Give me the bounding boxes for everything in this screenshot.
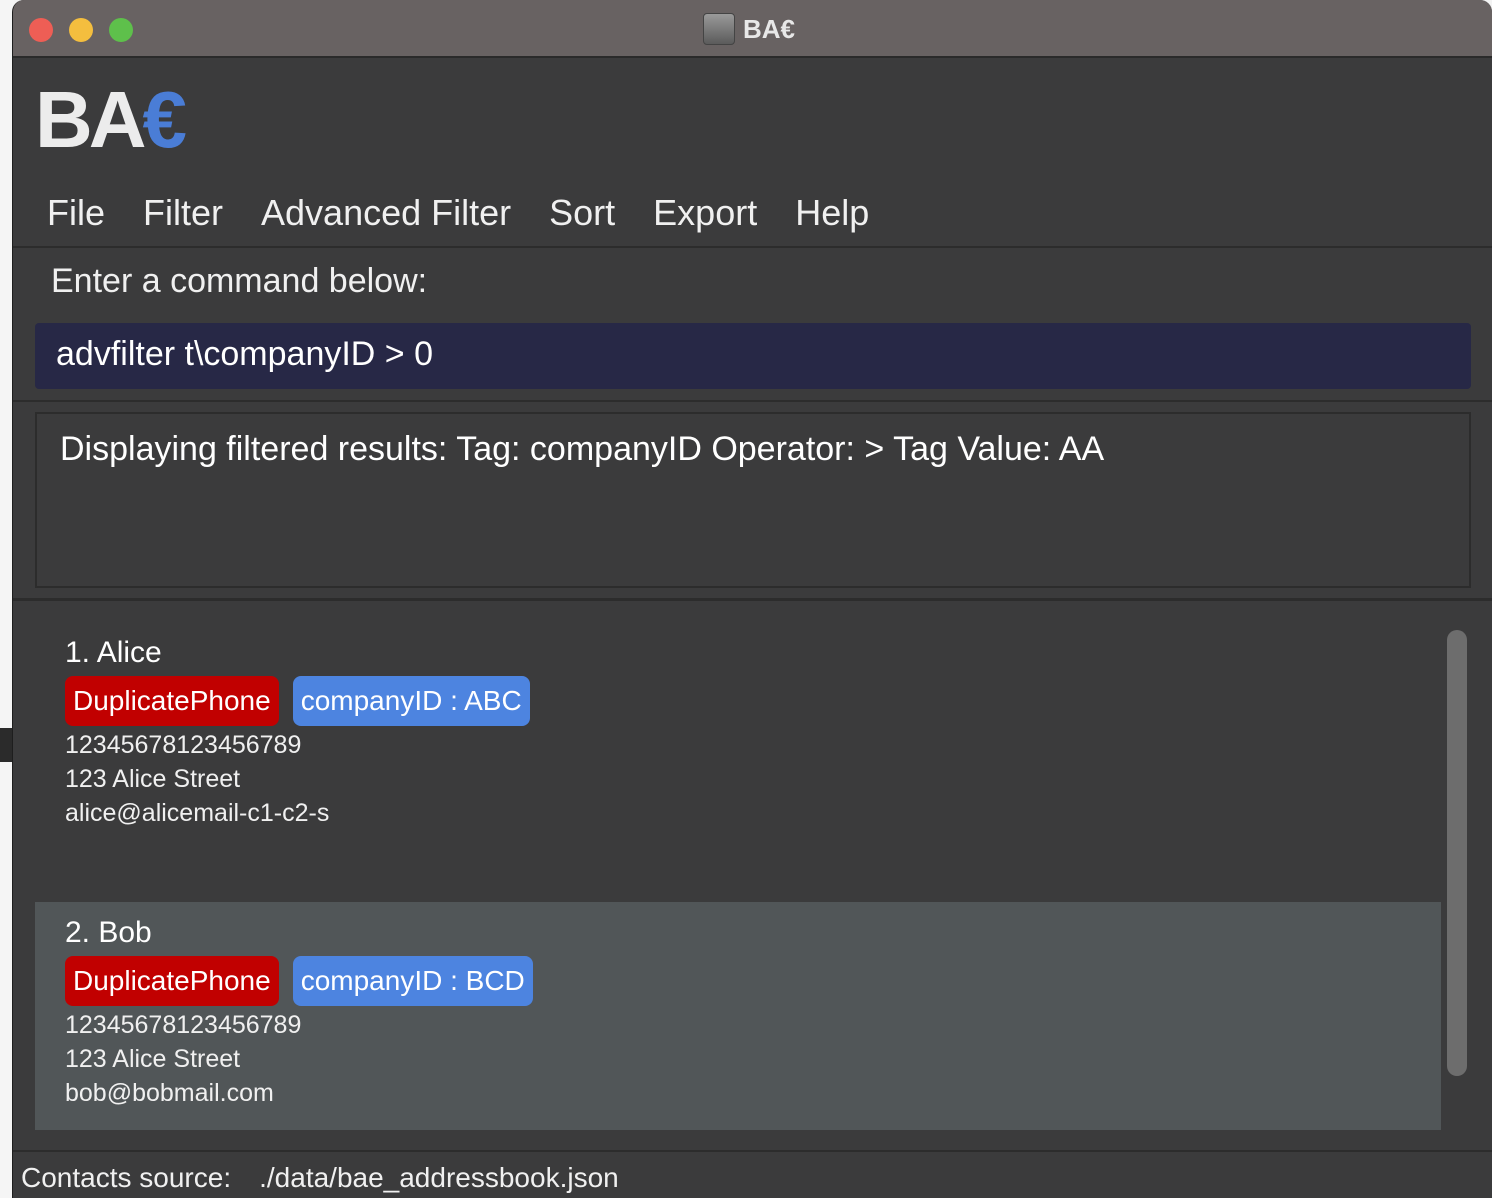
menu-bar: File Filter Advanced Filter Sort Export … [13, 180, 1492, 248]
tag-duplicate-phone: DuplicatePhone [65, 676, 279, 726]
menu-file[interactable]: File [47, 192, 105, 234]
menu-export[interactable]: Export [653, 192, 757, 234]
menu-help[interactable]: Help [795, 192, 869, 234]
contact-email: bob@bobmail.com [65, 1079, 274, 1107]
contact-tags: DuplicatePhone companyID : BCD [65, 956, 1411, 1006]
contact-phone: 12345678123456789 [65, 731, 302, 759]
contact-list[interactable]: 1. Alice DuplicatePhone companyID : ABC … [35, 622, 1441, 1130]
menu-sort[interactable]: Sort [549, 192, 615, 234]
minimize-window-button[interactable] [69, 18, 93, 42]
contact-email: alice@alicemail-c1-c2-s [65, 799, 330, 827]
contact-name: 1. Alice [65, 636, 162, 669]
tag-company-id: companyID : ABC [292, 676, 530, 726]
contact-name: 2. Bob [65, 916, 152, 949]
background-app-fragment [0, 728, 12, 762]
menu-filter[interactable]: Filter [143, 192, 223, 234]
contact-phone: 12345678123456789 [65, 1011, 302, 1039]
contact-card[interactable]: 1. Alice DuplicatePhone companyID : ABC … [35, 622, 1441, 902]
scrollbar-thumb[interactable] [1447, 630, 1467, 1076]
divider [13, 400, 1492, 402]
divider [13, 598, 1492, 601]
app-icon [703, 13, 735, 45]
logo-euro-sign: € [142, 75, 187, 164]
tag-company-id: companyID : BCD [292, 956, 533, 1006]
window-title: BA€ [703, 12, 795, 46]
tag-duplicate-phone: DuplicatePhone [65, 956, 279, 1006]
app-logo: BA€ [35, 80, 187, 160]
contact-address: 123 Alice Street [65, 765, 241, 793]
result-display: Displaying filtered results: Tag: compan… [35, 412, 1471, 588]
command-label: Enter a command below: [51, 262, 428, 300]
app-window: BA€ BA€ File Filter Advanced Filter Sort… [12, 0, 1492, 1198]
contact-address: 123 Alice Street [65, 1045, 241, 1073]
window-title-text: BA€ [743, 13, 796, 44]
status-bar: Contacts source: ./data/bae_addressbook.j… [13, 1150, 1492, 1198]
title-bar[interactable]: BA€ [13, 0, 1492, 58]
contact-tags: DuplicatePhone companyID : ABC [65, 676, 1411, 726]
command-input[interactable]: advfilter t\companyID > 0 [35, 323, 1471, 389]
menu-advanced-filter[interactable]: Advanced Filter [261, 192, 511, 234]
status-label: Contacts source: [21, 1162, 232, 1193]
maximize-window-button[interactable] [109, 18, 133, 42]
close-window-button[interactable] [29, 18, 53, 42]
contact-card[interactable]: 2. Bob DuplicatePhone companyID : BCD 12… [35, 902, 1441, 1130]
logo-text: BA [35, 75, 147, 164]
data-file-path: ./data/bae_addressbook.json [259, 1162, 619, 1193]
